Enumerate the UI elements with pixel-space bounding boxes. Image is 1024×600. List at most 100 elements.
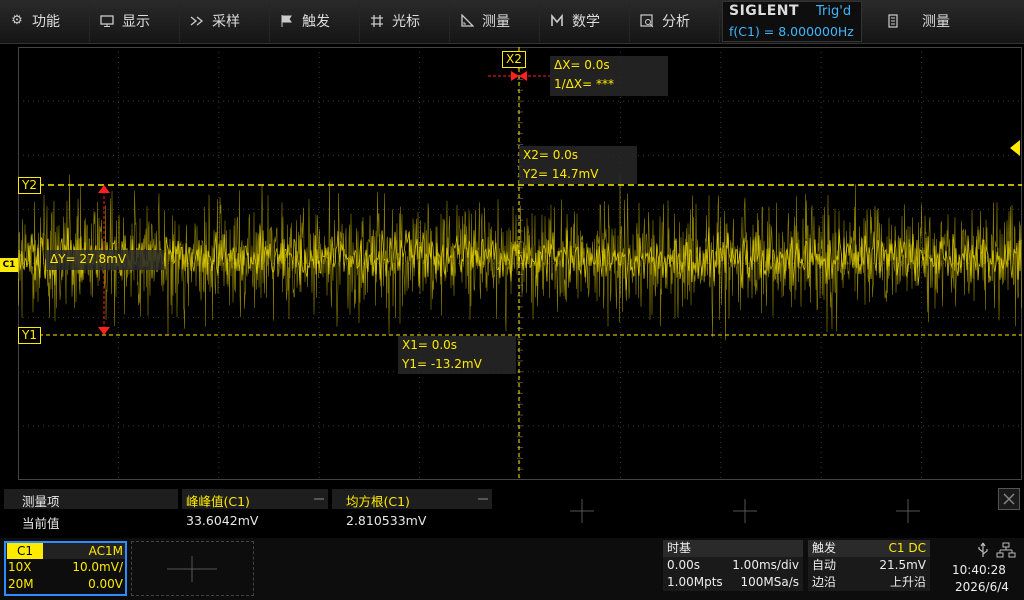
delta-y-arrow-head-top (98, 185, 110, 193)
menu-display-label: 显示 (122, 14, 150, 30)
add-measure-icon[interactable] (733, 499, 757, 523)
measurement-panel: 测量项 峰峰值(C1) 均方根(C1) 当前值 33.6042mV 2.8105… (0, 487, 1024, 533)
gear-icon: ⚙ (11, 13, 23, 28)
clock-date: 2026/6/4 (955, 580, 1009, 594)
brand-logo: SIGLENT (729, 3, 800, 19)
add-measure-icon[interactable] (570, 499, 594, 523)
timebase-delay: 0.00s (667, 558, 700, 572)
channel1-offset: 0.00V (88, 577, 123, 591)
trigger-slope: 上升沿 (889, 575, 926, 589)
trigger-mode: 自动 (812, 558, 837, 572)
menu-acquire-label: 采样 (212, 14, 240, 30)
rms-label: 均方根(C1) (346, 494, 410, 509)
inverse-delta-x-value: 1/ΔX= *** (554, 77, 614, 91)
menu-analyze[interactable]: 分析 (630, 0, 720, 42)
menu-function-label: 功能 (32, 14, 60, 30)
network-icon (996, 542, 1016, 558)
close-icon (1003, 493, 1015, 505)
cursor-y1-tag[interactable]: Y1 (18, 327, 41, 344)
oscilloscope-ui: ⚙ 功能 显示 采样 触发 光标 测量 数学 分析 SIGLENT Trig'd… (0, 0, 1024, 600)
cursor1-readout: X1= 0.0s Y1= -13.2mV (398, 336, 516, 374)
channel1-probe: 10X (8, 560, 32, 574)
menu-trigger[interactable]: 触发 (270, 0, 360, 42)
delta-y-arrow-head-bottom (98, 327, 110, 335)
peak-to-peak-label: 峰峰值(C1) (186, 494, 250, 509)
trigger-level: 21.5mV (879, 558, 926, 572)
frequency-readout: f(C1) = 8.000000Hz (729, 24, 854, 39)
x1-time-value: X1= 0.0s (402, 338, 458, 352)
trigger-status: Trig'd (816, 4, 852, 19)
rms-value: 2.810533mV (346, 513, 427, 528)
clock-time: 10:40:28 (952, 563, 1006, 577)
delta-x-value: ΔX= 0.0s (554, 58, 610, 72)
flag-icon (280, 14, 294, 28)
graticule (18, 47, 1022, 480)
trigger-source: C1 DC (888, 541, 926, 555)
measure-item-header: 测量项 (4, 489, 178, 509)
trigger-row1: 自动 21.5mV (808, 557, 930, 574)
analyze-icon (640, 14, 654, 28)
channel1-scale: 10.0mV/ (72, 560, 123, 574)
x2-time-value: X2= 0.0s (523, 148, 579, 162)
menu-analyze-label: 分析 (662, 14, 690, 30)
timebase-box[interactable]: 时基 0.00s 1.00ms/div 1.00Mpts 100MSa/s (663, 540, 803, 591)
timebase-scale: 1.00ms/div (732, 558, 799, 572)
menu-measure-right-label: 测量 (922, 14, 950, 30)
menu-measure[interactable]: 测量 (450, 0, 540, 42)
add-icon (167, 556, 217, 582)
channel1-coupling: AC1M (88, 544, 123, 558)
trigger-header: 触发 C1 DC (808, 540, 930, 557)
waveform-area[interactable] (18, 47, 1022, 480)
usb-icon (978, 542, 988, 557)
minimize-icon (478, 498, 488, 500)
sample-rate: 100MSa/s (740, 575, 799, 589)
channel1-row-probe: 10X 10.0mV/ (6, 559, 125, 576)
delta-x-readout: ΔX= 0.0s 1/ΔX= *** (550, 56, 668, 96)
y2-value: Y2= 14.7mV (523, 167, 599, 181)
menu-acquire[interactable]: 采样 (180, 0, 270, 42)
status-panel: SIGLENT Trig'd f(C1) = 8.000000Hz (722, 1, 862, 42)
minimize-icon (314, 498, 324, 500)
menu-function[interactable]: ⚙ 功能 (0, 0, 90, 42)
delta-y-readout: ΔY= 27.8mV (46, 250, 164, 270)
sample-icon (190, 14, 204, 28)
trigger-box[interactable]: 触发 C1 DC 自动 21.5mV 边沿 上升沿 (808, 540, 930, 591)
ruler-icon (460, 13, 475, 28)
channel1-info-box[interactable]: C1 AC1M 10X 10.0mV/ 20M 0.00V (4, 541, 127, 596)
clipboard-icon (886, 14, 900, 28)
display-icon (100, 14, 114, 28)
current-value-label: 当前值 (22, 516, 60, 531)
channel1-bandwidth: 20M (8, 577, 34, 591)
math-icon (550, 13, 564, 28)
cursor2-readout: X2= 0.0s Y2= 14.7mV (519, 146, 637, 184)
trigger-row2: 边沿 上升沿 (808, 574, 930, 591)
menu-display[interactable]: 显示 (90, 0, 180, 42)
peak-to-peak-header[interactable]: 峰峰值(C1) (182, 489, 328, 509)
channel1-header: C1 AC1M (6, 543, 125, 559)
channel-offset-marker[interactable]: C1 (0, 258, 18, 272)
cursor-y2-tag[interactable]: Y2 (18, 177, 41, 194)
add-measure-icon[interactable] (896, 499, 920, 523)
menu-measure-label: 测量 (482, 14, 510, 30)
menu-math[interactable]: 数学 (540, 0, 630, 42)
channel1-name: C1 (7, 543, 44, 559)
peak-to-peak-value: 33.6042mV (186, 513, 259, 528)
rms-header[interactable]: 均方根(C1) (332, 489, 492, 509)
close-button[interactable] (998, 488, 1020, 510)
add-channel-slot[interactable] (131, 541, 254, 596)
menu-cursors[interactable]: 光标 (360, 0, 450, 42)
trigger-level-marker[interactable] (1010, 140, 1020, 156)
top-menu-bar: ⚙ 功能 显示 采样 触发 光标 测量 数学 分析 SIGLENT Trig'd… (0, 0, 1024, 44)
y1-value: Y1= -13.2mV (402, 357, 482, 371)
timebase-title: 时基 (663, 540, 803, 557)
timebase-row1: 0.00s 1.00ms/div (663, 557, 803, 574)
timebase-row2: 1.00Mpts 100MSa/s (663, 574, 803, 591)
menu-cursors-label: 光标 (392, 14, 420, 30)
trigger-title: 触发 (812, 541, 837, 555)
menu-math-label: 数学 (572, 14, 600, 30)
menu-trigger-label: 触发 (302, 14, 330, 30)
menu-measure-right[interactable]: 测量 (876, 0, 1024, 42)
cursor-x2-tag[interactable]: X2 (502, 51, 526, 68)
crosshair-icon (370, 14, 384, 28)
channel1-row-bw: 20M 0.00V (6, 576, 125, 593)
